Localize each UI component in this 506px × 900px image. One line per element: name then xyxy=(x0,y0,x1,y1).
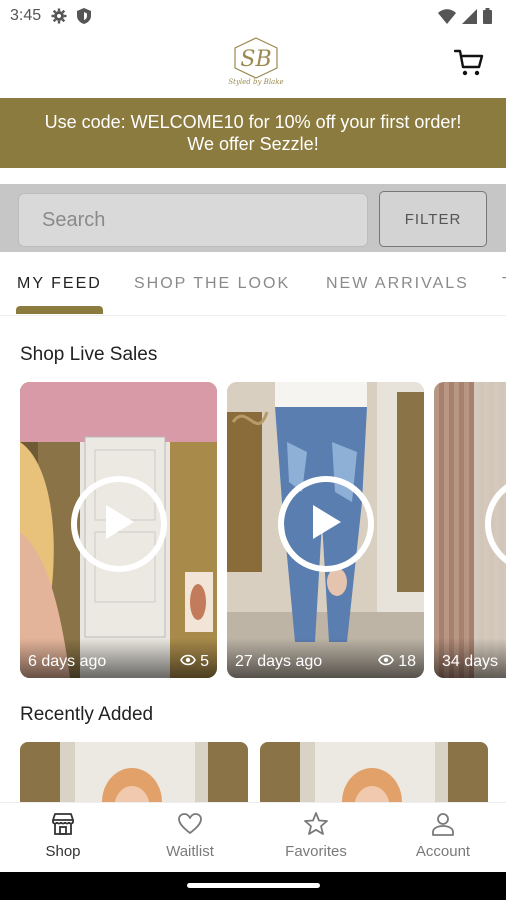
live-sale-card[interactable]: 6 days ago 5 xyxy=(20,382,217,678)
tab-new-arrivals[interactable]: NEW ARRIVALS xyxy=(326,275,469,293)
live-sale-view-count: 18 xyxy=(398,653,416,670)
status-bar: 3:45 xyxy=(0,0,506,32)
product-card[interactable] xyxy=(260,742,488,802)
live-sale-views: 18 xyxy=(378,653,416,671)
tab-bar: MY FEED SHOP THE LOOK NEW ARRIVALS T xyxy=(0,254,506,316)
shield-icon xyxy=(77,8,92,24)
nav-shop[interactable]: Shop xyxy=(0,811,126,860)
play-icon xyxy=(309,503,343,546)
star-icon xyxy=(253,811,379,837)
product-thumbnail xyxy=(260,742,488,802)
live-sale-age: 34 days xyxy=(442,653,499,670)
promo-text: Use code: WELCOME10 for 10% off your fir… xyxy=(44,112,462,154)
nav-favorites-label: Favorites xyxy=(285,843,347,860)
wifi-icon xyxy=(438,8,456,24)
live-sale-views: 5 xyxy=(180,653,209,671)
play-button[interactable] xyxy=(277,476,374,573)
nav-account[interactable]: Account xyxy=(380,811,506,860)
live-sales-title: Shop Live Sales xyxy=(20,344,158,365)
tab-overflow[interactable]: T xyxy=(502,275,506,293)
eye-icon xyxy=(378,653,395,671)
person-icon xyxy=(380,811,506,837)
nav-waitlist[interactable]: Waitlist xyxy=(127,811,253,860)
status-time: 3:45 xyxy=(10,7,42,24)
logo-text: Styled by Blake xyxy=(228,78,284,86)
live-sale-meta: 6 days ago 5 xyxy=(20,638,217,678)
product-card[interactable] xyxy=(20,742,248,802)
live-sale-age: 27 days ago xyxy=(235,653,323,670)
heart-icon xyxy=(127,811,253,837)
eye-icon xyxy=(180,653,196,671)
svg-text:SB: SB xyxy=(240,47,271,72)
live-sale-card[interactable]: 34 days xyxy=(434,382,506,678)
logo-monogram: SB xyxy=(234,37,278,79)
nav-waitlist-label: Waitlist xyxy=(166,843,214,860)
cart-button[interactable] xyxy=(452,48,486,82)
settings-gear-icon xyxy=(51,8,67,24)
live-sale-age: 6 days ago xyxy=(28,653,107,670)
live-sale-meta: 34 days xyxy=(434,638,506,678)
recently-added-list[interactable] xyxy=(20,742,506,802)
nav-shop-label: Shop xyxy=(45,843,81,860)
live-sales-carousel[interactable]: 6 days ago 5 27 days ago 18 34 days xyxy=(20,382,506,678)
search-placeholder: Search xyxy=(42,208,106,231)
cart-icon xyxy=(453,49,484,82)
product-thumbnail xyxy=(20,742,248,802)
active-tab-indicator xyxy=(16,306,103,314)
recently-added-title: Recently Added xyxy=(20,704,154,725)
brand-logo[interactable]: SB Styled by Blake xyxy=(226,36,286,94)
home-gesture-pill[interactable] xyxy=(187,883,320,888)
tab-my-feed[interactable]: MY FEED xyxy=(17,275,102,293)
filter-button[interactable]: FILTER xyxy=(379,191,487,247)
bottom-nav: Shop Waitlist Favorites Account xyxy=(0,802,506,872)
tab-shop-the-look[interactable]: SHOP THE LOOK xyxy=(134,275,290,293)
search-input[interactable]: Search xyxy=(18,193,368,247)
shop-icon xyxy=(0,811,126,837)
search-bar: Search FILTER xyxy=(0,184,506,252)
live-sale-card[interactable]: 27 days ago 18 xyxy=(227,382,424,678)
live-sale-meta: 27 days ago 18 xyxy=(227,638,424,678)
app-header: SB Styled by Blake xyxy=(0,32,506,98)
nav-favorites[interactable]: Favorites xyxy=(253,811,379,860)
nav-account-label: Account xyxy=(415,843,471,860)
filter-label: FILTER xyxy=(404,210,462,228)
play-icon xyxy=(102,503,136,546)
promo-banner: Use code: WELCOME10 for 10% off your fir… xyxy=(0,98,506,168)
signal-icon xyxy=(462,8,477,24)
play-button[interactable] xyxy=(70,476,167,573)
live-sale-view-count: 5 xyxy=(200,653,209,670)
system-gesture-bar xyxy=(0,872,506,900)
battery-icon xyxy=(483,8,492,24)
